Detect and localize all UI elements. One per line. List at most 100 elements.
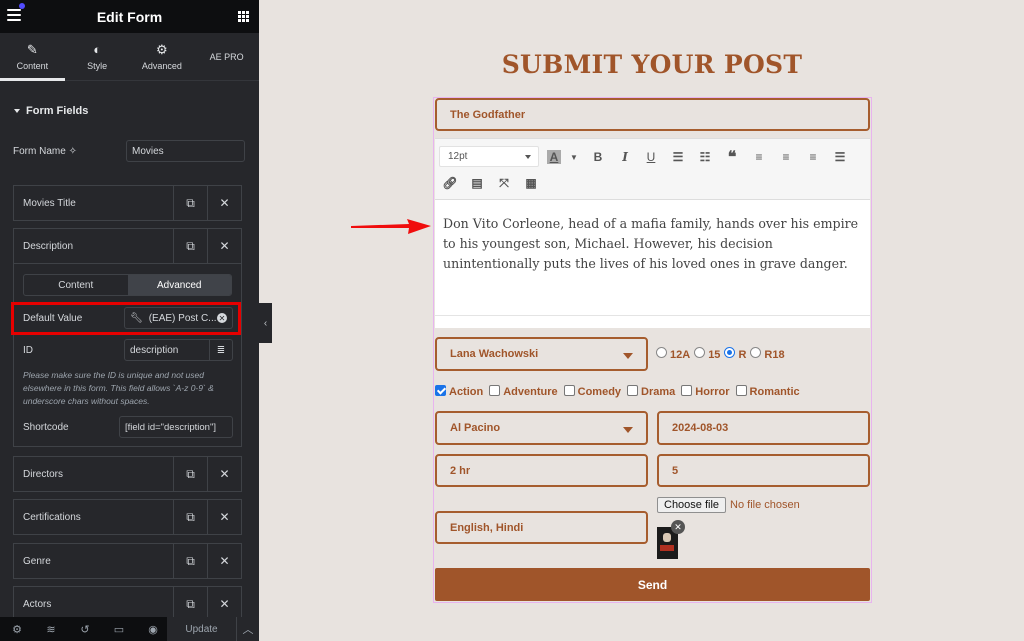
link-icon[interactable]: 🔗︎ xyxy=(439,173,461,193)
radio-r[interactable]: R xyxy=(724,347,746,361)
panel-footer: ⚙ ≋ ↺ ▭ ◉ Update ︿ xyxy=(0,617,259,641)
responsive-icon[interactable]: ▭ xyxy=(102,623,136,636)
database-icon[interactable]: ≣ xyxy=(209,339,233,361)
segment-advanced[interactable]: Advanced xyxy=(127,275,231,295)
default-value-label: Default Value xyxy=(23,312,83,324)
font-size-select[interactable]: 12pt xyxy=(439,146,539,167)
tab-style[interactable]: ◐ Style xyxy=(65,33,130,80)
duplicate-icon[interactable]: ⧉ xyxy=(173,229,207,263)
toolbar-toggle-icon[interactable]: ▦ xyxy=(520,173,542,193)
remove-image-icon[interactable]: ✕ xyxy=(671,520,685,534)
close-icon[interactable]: ✕ xyxy=(207,457,241,491)
collapse-panel-chevron-icon[interactable]: ‹ xyxy=(259,303,272,343)
align-justify-icon[interactable]: ☰ xyxy=(829,147,851,167)
form-name-input[interactable]: Movies xyxy=(126,140,245,162)
panel-tabs: ✎ Content ◐ Style ⚙ Advanced AE PRO xyxy=(0,33,259,81)
form-name-control: Form Name ✧ Movies xyxy=(0,140,259,162)
layers-icon[interactable]: ≋ xyxy=(34,623,68,636)
id-input[interactable]: description xyxy=(124,339,210,361)
field-item-certifications[interactable]: Certifications ⧉ ✕ xyxy=(13,499,242,535)
caret-down-icon xyxy=(623,427,633,433)
numbered-list-icon[interactable]: ☷ xyxy=(694,147,716,167)
field-item-directors[interactable]: Directors ⧉ ✕ xyxy=(13,456,242,492)
tab-ae-pro[interactable]: AE PRO xyxy=(194,33,259,80)
blockquote-icon[interactable]: ❝ xyxy=(721,147,743,167)
close-icon[interactable]: ✕ xyxy=(207,229,241,263)
checkbox-horror[interactable]: Horror xyxy=(681,385,730,398)
menu-icon[interactable] xyxy=(7,3,25,21)
checkbox-romantic[interactable]: Romantic xyxy=(735,385,800,398)
checkbox-comedy[interactable]: Comedy xyxy=(563,385,621,398)
clear-dynamic-icon[interactable]: ✕ xyxy=(217,313,227,323)
align-right-icon[interactable]: ≡ xyxy=(802,147,824,167)
description-editor: 12pt A ▼ B I U ☰ ☷ ❝ ≡ ≡ ≡ ☰ 🔗︎ ▤ ⤧ ▦ Do… xyxy=(435,138,870,328)
pencil-icon: ✎ xyxy=(26,41,38,57)
release-date-input[interactable]: 2024-08-03 xyxy=(657,411,870,445)
align-center-icon[interactable]: ≡ xyxy=(775,147,797,167)
radio-r18[interactable]: R18 xyxy=(750,347,785,361)
form-heading: SUBMIT YOUR POST xyxy=(501,50,803,79)
choose-file-button[interactable]: Choose file xyxy=(657,497,727,513)
poster-file-input: Choose file No file chosen xyxy=(657,497,800,513)
actor-select[interactable]: Al Pacino xyxy=(435,411,648,445)
checkbox-drama[interactable]: Drama xyxy=(627,385,675,398)
italic-icon[interactable]: I xyxy=(614,147,636,167)
checkbox-action[interactable]: Action xyxy=(435,385,483,398)
duplicate-icon[interactable]: ⧉ xyxy=(173,587,207,621)
shortcode-label: Shortcode xyxy=(23,421,69,433)
read-more-icon[interactable]: ▤ xyxy=(466,173,488,193)
radio-15[interactable]: 15 xyxy=(694,347,720,361)
wrench-icon: 🔧︎ xyxy=(130,312,143,324)
languages-input[interactable]: English, Hindi xyxy=(435,511,648,544)
text-color-dropdown-icon[interactable]: ▼ xyxy=(563,147,585,167)
segment-content[interactable]: Content xyxy=(24,275,128,295)
close-icon[interactable]: ✕ xyxy=(207,544,241,578)
preview-eye-icon[interactable]: ◉ xyxy=(136,623,170,636)
align-left-icon[interactable]: ≡ xyxy=(748,147,770,167)
duration-input[interactable]: 2 hr xyxy=(435,454,648,487)
director-select[interactable]: Lana Wachowski xyxy=(435,337,648,371)
default-value-input[interactable]: 🔧︎ (EAE) Post C... ✕ xyxy=(124,307,233,329)
bold-icon[interactable]: B xyxy=(587,147,609,167)
underline-icon[interactable]: U xyxy=(640,147,662,167)
checkbox-adventure[interactable]: Adventure xyxy=(489,385,558,398)
ai-sparkle-icon[interactable]: ✧ xyxy=(69,146,77,157)
update-button[interactable]: Update xyxy=(167,617,236,641)
send-button[interactable]: Send xyxy=(435,568,870,601)
tab-content[interactable]: ✎ Content xyxy=(0,33,65,81)
content-advanced-switch: Content Advanced xyxy=(23,274,232,296)
caret-down-icon xyxy=(14,109,20,113)
title-input[interactable]: The Godfather xyxy=(435,98,870,131)
history-icon[interactable]: ↺ xyxy=(68,623,102,636)
text-color-icon[interactable]: A xyxy=(543,147,565,167)
panel-header: Edit Form xyxy=(0,0,259,33)
duplicate-icon[interactable]: ⧉ xyxy=(173,186,207,220)
half-circle-icon: ◐ xyxy=(93,41,102,57)
bullet-list-icon[interactable]: ☰ xyxy=(667,147,689,167)
settings-gear-icon[interactable]: ⚙ xyxy=(0,623,34,636)
tab-advanced[interactable]: ⚙ Advanced xyxy=(130,33,195,80)
close-icon[interactable]: ✕ xyxy=(207,500,241,534)
form-fields-section-toggle[interactable]: Form Fields xyxy=(0,105,259,117)
editor-content[interactable]: Don Vito Corleone, head of a mafia famil… xyxy=(435,200,870,315)
duplicate-icon[interactable]: ⧉ xyxy=(173,457,207,491)
radio-12a[interactable]: 12A xyxy=(656,347,690,361)
field-item-genre[interactable]: Genre ⧉ ✕ xyxy=(13,543,242,579)
widgets-grid-icon[interactable] xyxy=(238,11,249,22)
editor-resize-handle[interactable] xyxy=(435,315,870,328)
chevron-up-icon[interactable]: ︿ xyxy=(236,617,259,641)
rating-input[interactable]: 5 xyxy=(657,454,870,487)
genre-checkbox-group: Action Adventure Comedy Drama Horror Rom… xyxy=(435,385,800,398)
id-help-text: Please make sure the ID is unique and no… xyxy=(23,370,214,406)
field-item-movies-title[interactable]: Movies Title ⧉ ✕ xyxy=(13,185,242,221)
duplicate-icon[interactable]: ⧉ xyxy=(173,500,207,534)
shortcode-value[interactable]: [field id="description"] xyxy=(119,416,233,438)
panel-title: Edit Form xyxy=(96,8,163,25)
fullscreen-icon[interactable]: ⤧ xyxy=(493,173,515,193)
close-icon[interactable]: ✕ xyxy=(207,587,241,621)
close-icon[interactable]: ✕ xyxy=(207,186,241,220)
id-label: ID xyxy=(23,344,33,356)
gear-icon: ⚙ xyxy=(156,41,168,57)
duplicate-icon[interactable]: ⧉ xyxy=(173,544,207,578)
file-status: No file chosen xyxy=(730,499,800,511)
